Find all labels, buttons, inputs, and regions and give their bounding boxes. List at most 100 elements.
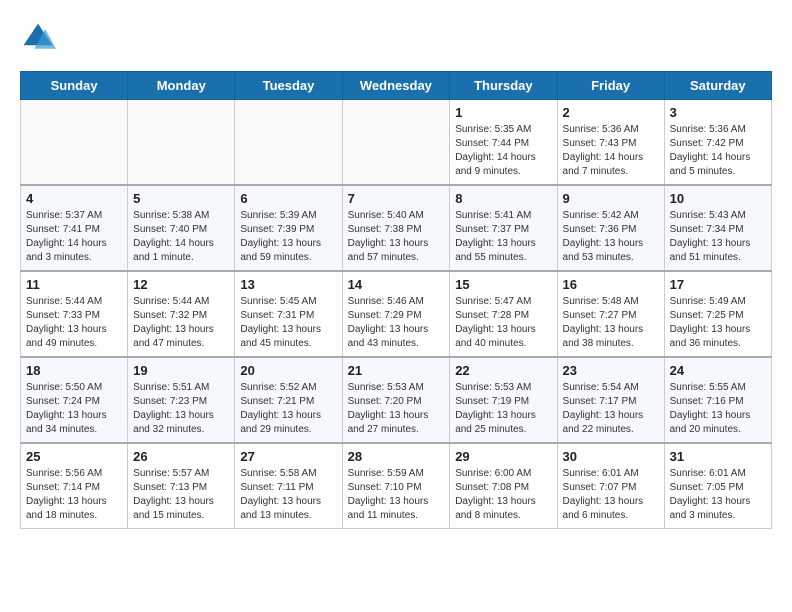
day-number: 3 <box>670 105 766 120</box>
day-info: Sunrise: 5:38 AM Sunset: 7:40 PM Dayligh… <box>133 209 229 265</box>
day-number: 21 <box>348 363 445 378</box>
day-of-week-header: Tuesday <box>235 72 342 100</box>
day-number: 26 <box>133 449 229 464</box>
day-info: Sunrise: 5:42 AM Sunset: 7:36 PM Dayligh… <box>563 209 659 265</box>
calendar-table: SundayMondayTuesdayWednesdayThursdayFrid… <box>20 71 772 529</box>
day-number: 11 <box>26 277 122 292</box>
day-info: Sunrise: 5:52 AM Sunset: 7:21 PM Dayligh… <box>240 381 336 437</box>
calendar-day-cell: 20 Sunrise: 5:52 AM Sunset: 7:21 PM Dayli… <box>235 357 342 443</box>
day-info: Sunrise: 5:40 AM Sunset: 7:38 PM Dayligh… <box>348 209 445 265</box>
calendar-day-cell: 14 Sunrise: 5:46 AM Sunset: 7:29 PM Dayli… <box>342 271 450 357</box>
day-info: Sunrise: 5:48 AM Sunset: 7:27 PM Dayligh… <box>563 295 659 351</box>
calendar-day-cell <box>21 100 128 186</box>
calendar-day-cell: 24 Sunrise: 5:55 AM Sunset: 7:16 PM Dayli… <box>664 357 771 443</box>
calendar-header-row: SundayMondayTuesdayWednesdayThursdayFrid… <box>21 72 772 100</box>
calendar-day-cell: 28 Sunrise: 5:59 AM Sunset: 7:10 PM Dayli… <box>342 443 450 529</box>
calendar-day-cell: 29 Sunrise: 6:00 AM Sunset: 7:08 PM Dayli… <box>450 443 557 529</box>
logo-icon <box>20 20 56 56</box>
day-info: Sunrise: 5:49 AM Sunset: 7:25 PM Dayligh… <box>670 295 766 351</box>
calendar-day-cell: 6 Sunrise: 5:39 AM Sunset: 7:39 PM Daylig… <box>235 185 342 271</box>
day-info: Sunrise: 6:01 AM Sunset: 7:05 PM Dayligh… <box>670 467 766 523</box>
calendar-day-cell: 7 Sunrise: 5:40 AM Sunset: 7:38 PM Daylig… <box>342 185 450 271</box>
calendar-day-cell: 10 Sunrise: 5:43 AM Sunset: 7:34 PM Dayli… <box>664 185 771 271</box>
calendar-day-cell: 18 Sunrise: 5:50 AM Sunset: 7:24 PM Dayli… <box>21 357 128 443</box>
day-info: Sunrise: 5:58 AM Sunset: 7:11 PM Dayligh… <box>240 467 336 523</box>
day-number: 28 <box>348 449 445 464</box>
calendar-day-cell: 8 Sunrise: 5:41 AM Sunset: 7:37 PM Daylig… <box>450 185 557 271</box>
day-number: 20 <box>240 363 336 378</box>
calendar-day-cell: 27 Sunrise: 5:58 AM Sunset: 7:11 PM Dayli… <box>235 443 342 529</box>
day-number: 27 <box>240 449 336 464</box>
calendar-day-cell: 12Sunrise: 5:44 AM Sunset: 7:32 PM Dayli… <box>128 271 235 357</box>
day-info: Sunrise: 5:53 AM Sunset: 7:20 PM Dayligh… <box>348 381 445 437</box>
calendar-day-cell: 5 Sunrise: 5:38 AM Sunset: 7:40 PM Daylig… <box>128 185 235 271</box>
day-number: 22 <box>455 363 551 378</box>
calendar-day-cell <box>342 100 450 186</box>
day-number: 19 <box>133 363 229 378</box>
day-number: 18 <box>26 363 122 378</box>
calendar-day-cell: 19 Sunrise: 5:51 AM Sunset: 7:23 PM Dayli… <box>128 357 235 443</box>
calendar-day-cell: 25Sunrise: 5:56 AM Sunset: 7:14 PM Dayli… <box>21 443 128 529</box>
day-info: Sunrise: 5:46 AM Sunset: 7:29 PM Dayligh… <box>348 295 445 351</box>
day-number: 17 <box>670 277 766 292</box>
day-number: 29 <box>455 449 551 464</box>
day-info: Sunrise: 5:37 AM Sunset: 7:41 PM Dayligh… <box>26 209 122 265</box>
day-number: 1 <box>455 105 551 120</box>
day-info: Sunrise: 5:55 AM Sunset: 7:16 PM Dayligh… <box>670 381 766 437</box>
day-info: Sunrise: 5:45 AM Sunset: 7:31 PM Dayligh… <box>240 295 336 351</box>
calendar-week-row: 1 Sunrise: 5:35 AM Sunset: 7:44 PM Daylig… <box>21 100 772 186</box>
page-header <box>20 20 772 56</box>
calendar-day-cell <box>128 100 235 186</box>
day-number: 30 <box>563 449 659 464</box>
day-number: 13 <box>240 277 336 292</box>
calendar-day-cell: 11 Sunrise: 5:44 AM Sunset: 7:33 PM Dayli… <box>21 271 128 357</box>
day-info: Sunrise: 6:01 AM Sunset: 7:07 PM Dayligh… <box>563 467 659 523</box>
day-of-week-header: Thursday <box>450 72 557 100</box>
calendar-day-cell: 2 Sunrise: 5:36 AM Sunset: 7:43 PM Daylig… <box>557 100 664 186</box>
day-info: Sunrise: 5:36 AM Sunset: 7:43 PM Dayligh… <box>563 123 659 179</box>
day-info: Sunrise: 5:41 AM Sunset: 7:37 PM Dayligh… <box>455 209 551 265</box>
calendar-day-cell: 26Sunrise: 5:57 AM Sunset: 7:13 PM Dayli… <box>128 443 235 529</box>
day-number: 6 <box>240 191 336 206</box>
day-number: 7 <box>348 191 445 206</box>
day-info: Sunrise: 5:44 AM Sunset: 7:33 PM Dayligh… <box>26 295 122 351</box>
calendar-day-cell: 22 Sunrise: 5:53 AM Sunset: 7:19 PM Dayli… <box>450 357 557 443</box>
day-number: 25 <box>26 449 122 464</box>
day-info: Sunrise: 5:36 AM Sunset: 7:42 PM Dayligh… <box>670 123 766 179</box>
calendar-week-row: 4 Sunrise: 5:37 AM Sunset: 7:41 PM Daylig… <box>21 185 772 271</box>
day-info: Sunrise: 5:35 AM Sunset: 7:44 PM Dayligh… <box>455 123 551 179</box>
calendar-day-cell: 23Sunrise: 5:54 AM Sunset: 7:17 PM Dayli… <box>557 357 664 443</box>
calendar-day-cell: 16 Sunrise: 5:48 AM Sunset: 7:27 PM Dayli… <box>557 271 664 357</box>
calendar-week-row: 11 Sunrise: 5:44 AM Sunset: 7:33 PM Dayli… <box>21 271 772 357</box>
day-number: 15 <box>455 277 551 292</box>
day-info: Sunrise: 5:50 AM Sunset: 7:24 PM Dayligh… <box>26 381 122 437</box>
day-number: 8 <box>455 191 551 206</box>
day-info: Sunrise: 5:39 AM Sunset: 7:39 PM Dayligh… <box>240 209 336 265</box>
day-info: Sunrise: 5:47 AM Sunset: 7:28 PM Dayligh… <box>455 295 551 351</box>
calendar-day-cell <box>235 100 342 186</box>
day-info: Sunrise: 5:53 AM Sunset: 7:19 PM Dayligh… <box>455 381 551 437</box>
calendar-day-cell: 15 Sunrise: 5:47 AM Sunset: 7:28 PM Dayli… <box>450 271 557 357</box>
logo <box>20 20 62 56</box>
day-of-week-header: Saturday <box>664 72 771 100</box>
day-number: 10 <box>670 191 766 206</box>
day-info: Sunrise: 5:43 AM Sunset: 7:34 PM Dayligh… <box>670 209 766 265</box>
calendar-day-cell: 31 Sunrise: 6:01 AM Sunset: 7:05 PM Dayli… <box>664 443 771 529</box>
day-number: 5 <box>133 191 229 206</box>
day-number: 16 <box>563 277 659 292</box>
calendar-day-cell: 3 Sunrise: 5:36 AM Sunset: 7:42 PM Daylig… <box>664 100 771 186</box>
day-of-week-header: Friday <box>557 72 664 100</box>
day-info: Sunrise: 5:59 AM Sunset: 7:10 PM Dayligh… <box>348 467 445 523</box>
day-number: 14 <box>348 277 445 292</box>
calendar-week-row: 25Sunrise: 5:56 AM Sunset: 7:14 PM Dayli… <box>21 443 772 529</box>
day-number: 31 <box>670 449 766 464</box>
calendar-day-cell: 1 Sunrise: 5:35 AM Sunset: 7:44 PM Daylig… <box>450 100 557 186</box>
day-info: Sunrise: 6:00 AM Sunset: 7:08 PM Dayligh… <box>455 467 551 523</box>
day-info: Sunrise: 5:51 AM Sunset: 7:23 PM Dayligh… <box>133 381 229 437</box>
calendar-day-cell: 9Sunrise: 5:42 AM Sunset: 7:36 PM Daylig… <box>557 185 664 271</box>
day-number: 24 <box>670 363 766 378</box>
day-number: 4 <box>26 191 122 206</box>
day-number: 2 <box>563 105 659 120</box>
calendar-day-cell: 30 Sunrise: 6:01 AM Sunset: 7:07 PM Dayli… <box>557 443 664 529</box>
calendar-day-cell: 21 Sunrise: 5:53 AM Sunset: 7:20 PM Dayli… <box>342 357 450 443</box>
